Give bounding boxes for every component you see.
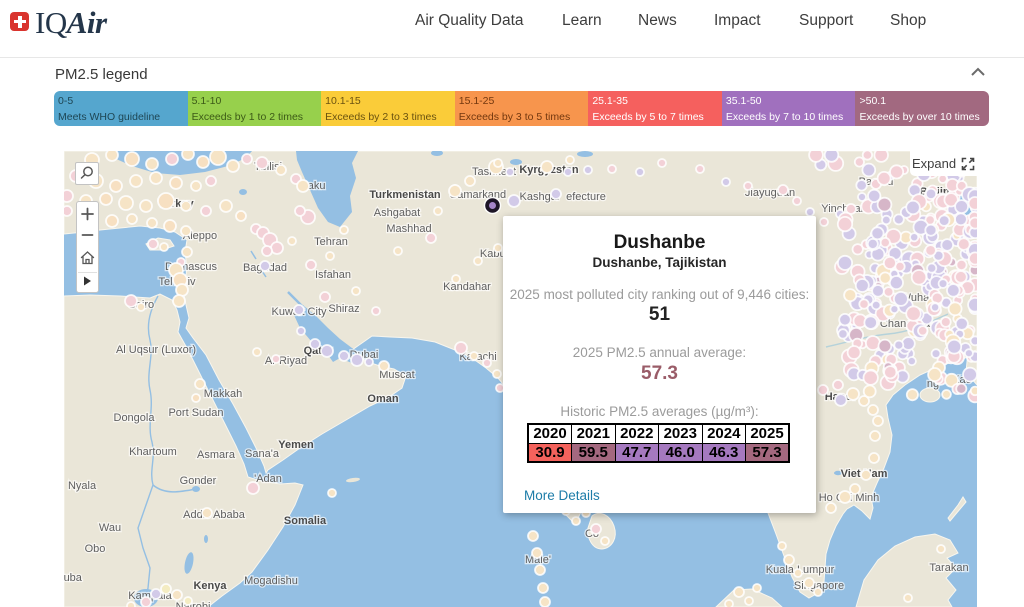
svg-text:Dongola: Dongola: [114, 412, 156, 424]
svg-text:Ashgabat: Ashgabat: [374, 207, 420, 219]
svg-text:Khartoum: Khartoum: [129, 446, 177, 458]
svg-text:Mogadishu: Mogadishu: [244, 575, 298, 587]
svg-text:Juba: Juba: [64, 572, 83, 584]
svg-text:Port Sudan: Port Sudan: [168, 407, 223, 419]
svg-text:Obo: Obo: [85, 543, 106, 555]
svg-text:Wau: Wau: [99, 522, 121, 534]
svg-text:Isfahan: Isfahan: [315, 269, 351, 281]
svg-text:Mashhad: Mashhad: [386, 223, 431, 235]
svg-text:'Adan: 'Adan: [254, 473, 282, 485]
svg-text:Sana'a: Sana'a: [245, 448, 280, 460]
svg-text:Somalia: Somalia: [284, 515, 327, 527]
svg-text:Shiraz: Shiraz: [328, 303, 359, 315]
svg-text:Tarakan: Tarakan: [929, 562, 968, 574]
svg-text:Makkah: Makkah: [204, 388, 243, 400]
svg-text:Addis Ababa: Addis Ababa: [183, 509, 246, 521]
svg-text:Oman: Oman: [367, 393, 398, 405]
svg-text:efecture: efecture: [566, 191, 606, 203]
svg-text:Tehran: Tehran: [314, 236, 348, 248]
svg-text:Ar Riyad: Ar Riyad: [265, 355, 307, 367]
svg-text:Kenya: Kenya: [193, 580, 227, 592]
svg-text:Yemen: Yemen: [278, 439, 314, 451]
svg-text:Nyala: Nyala: [68, 480, 97, 492]
svg-text:Turkmenistan: Turkmenistan: [369, 189, 441, 201]
svg-text:Nairobi: Nairobi: [176, 601, 211, 607]
svg-text:Asmara: Asmara: [197, 449, 236, 461]
svg-text:Gonder: Gonder: [180, 475, 217, 487]
svg-text:Kandahar: Kandahar: [443, 281, 491, 293]
svg-text:Al Uqsur (Luxor): Al Uqsur (Luxor): [116, 344, 196, 356]
